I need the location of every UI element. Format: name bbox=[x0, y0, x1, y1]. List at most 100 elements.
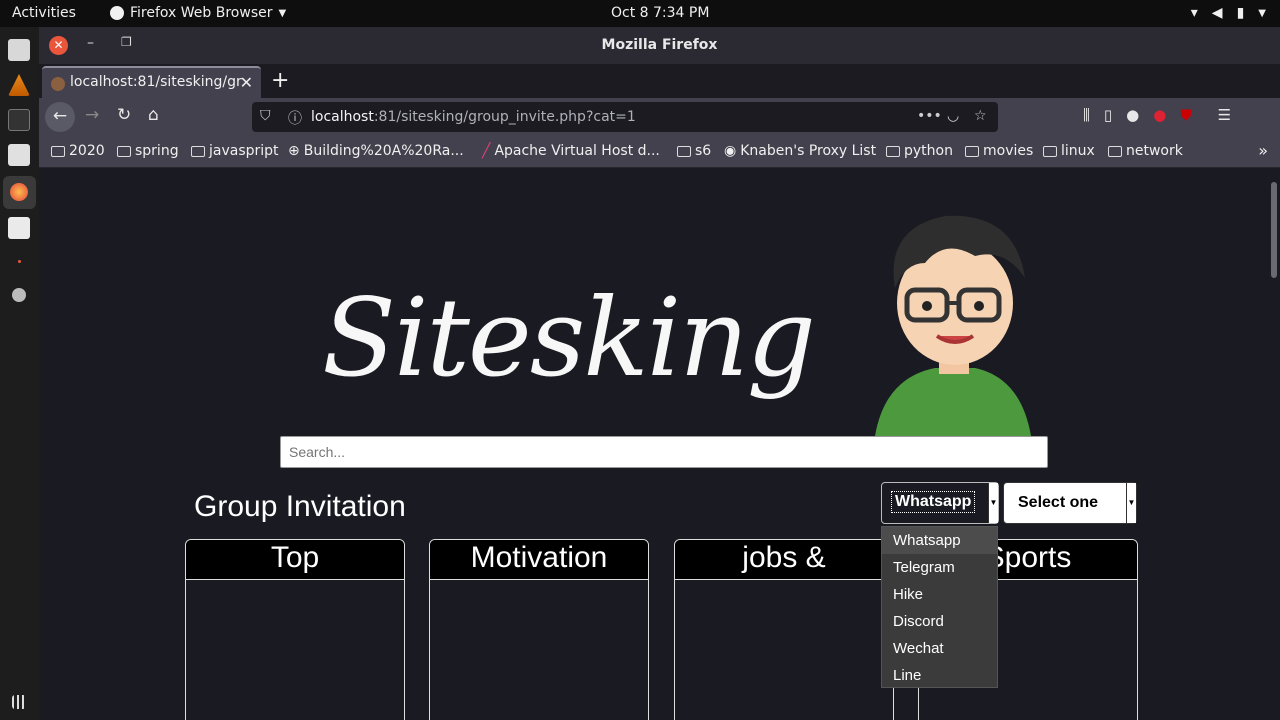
ublock-icon[interactable]: ⛊ bbox=[1180, 106, 1191, 124]
folder-icon bbox=[1108, 145, 1122, 157]
files-icon[interactable] bbox=[8, 39, 30, 61]
dropdown-option-wechat[interactable]: Wechat bbox=[882, 635, 997, 662]
shield-icon[interactable]: ⛉ bbox=[260, 108, 271, 124]
folder-icon bbox=[677, 145, 691, 157]
more-bookmarks-icon[interactable]: » bbox=[1258, 141, 1268, 160]
url-bar[interactable]: ⛉ ⓘ localhost:81/sitesking/group_invite.… bbox=[252, 102, 998, 132]
category-select[interactable]: Select one ▼ bbox=[1003, 482, 1137, 524]
page-title: Group Invitation bbox=[194, 490, 406, 523]
app-grid-icon[interactable] bbox=[12, 695, 26, 709]
bookmark-item[interactable]: movies bbox=[965, 143, 1033, 159]
app-menu[interactable]: Firefox Web Browser ▼ bbox=[110, 5, 286, 21]
close-tab-icon[interactable]: ✕ bbox=[240, 73, 253, 92]
dropdown-option-hike[interactable]: Hike bbox=[882, 581, 997, 608]
bookmark-label: Building%20A%20Ra... bbox=[303, 143, 464, 159]
bookmark-label: 2020 bbox=[69, 143, 105, 159]
bookmark-item[interactable]: network bbox=[1108, 143, 1183, 159]
chevron-down-icon: ▼ bbox=[278, 7, 287, 19]
bookmark-item[interactable]: ◉ Knaben's Proxy List bbox=[724, 143, 876, 159]
scrollbar-thumb[interactable] bbox=[1271, 182, 1277, 278]
app-menu-label: Firefox Web Browser bbox=[130, 5, 273, 21]
back-button[interactable]: ← bbox=[45, 102, 75, 132]
toolbar-right: ⫼ ▯ ● ● ⛊ ☰ bbox=[1083, 106, 1231, 124]
account-icon[interactable]: ● bbox=[1126, 106, 1139, 124]
app-type-select[interactable]: Whatsapp ▼ bbox=[881, 482, 999, 524]
bookmark-label: linux bbox=[1061, 143, 1095, 159]
page-scrollbar[interactable] bbox=[1268, 168, 1280, 720]
page-actions-icon[interactable]: ••• bbox=[917, 108, 942, 124]
menu-icon[interactable]: ☰ bbox=[1218, 106, 1231, 124]
app-type-dropdown-list[interactable]: Whatsapp Telegram Hike Discord Wechat Li… bbox=[881, 526, 998, 688]
mascot-image bbox=[875, 215, 1031, 436]
dropdown-option-discord[interactable]: Discord bbox=[882, 608, 997, 635]
bookmark-item[interactable]: s6 bbox=[677, 143, 711, 159]
new-tab-button[interactable]: + bbox=[271, 68, 289, 93]
home-button[interactable]: ⌂ bbox=[148, 105, 159, 125]
category-card[interactable]: Motivation bbox=[429, 539, 649, 720]
card-title: Motivation bbox=[430, 540, 648, 580]
category-select-value: Select one bbox=[1018, 494, 1099, 511]
navigation-toolbar: ← → ↻ ⌂ ⛉ ⓘ localhost:81/sitesking/group… bbox=[39, 98, 1280, 136]
tab-title: localhost:81/sitesking/gr bbox=[70, 74, 242, 90]
feather-icon: ╱ bbox=[482, 143, 491, 159]
extension-icon[interactable]: ● bbox=[1153, 106, 1166, 124]
bookmark-label: Knaben's Proxy List bbox=[740, 143, 877, 159]
bookmark-item[interactable]: javaspript bbox=[191, 143, 279, 159]
bookmark-item[interactable]: ⊕ Building%20A%20Ra... bbox=[288, 143, 464, 159]
wifi-icon: ▾ bbox=[1190, 5, 1198, 21]
search-input[interactable] bbox=[280, 436, 1048, 468]
card-title: Top bbox=[186, 540, 404, 580]
sidebar-icon[interactable]: ▯ bbox=[1104, 106, 1112, 124]
bookmark-label: movies bbox=[983, 143, 1034, 159]
category-card[interactable]: Top bbox=[185, 539, 405, 720]
bookmark-label: spring bbox=[135, 143, 179, 159]
document-viewer-icon[interactable] bbox=[8, 217, 30, 239]
bookmark-label: javaspript bbox=[209, 143, 279, 159]
battery-icon: ▮ bbox=[1236, 5, 1245, 21]
activities-button[interactable]: Activities bbox=[12, 5, 76, 21]
folder-icon bbox=[117, 145, 131, 157]
chevron-down-icon: ▼ bbox=[1258, 7, 1266, 19]
bookmark-item[interactable]: linux bbox=[1043, 143, 1095, 159]
firefox-dock-icon[interactable] bbox=[3, 176, 36, 209]
firefox-icon bbox=[110, 6, 124, 20]
clock[interactable]: Oct 8 7:34 PM bbox=[611, 5, 709, 21]
text-editor-icon[interactable] bbox=[8, 144, 30, 166]
folder-icon bbox=[51, 145, 65, 157]
bookmark-item[interactable]: 2020 bbox=[51, 143, 105, 159]
dropdown-option-line[interactable]: Line bbox=[882, 662, 997, 689]
folder-icon bbox=[191, 145, 205, 157]
tab-bar: localhost:81/sitesking/gr ✕ + bbox=[39, 64, 1280, 98]
pocket-icon[interactable]: ◡ bbox=[947, 108, 959, 124]
system-tray[interactable]: ▾ ◀ ▮ ▼ bbox=[1191, 5, 1266, 21]
favicon-icon bbox=[51, 77, 65, 91]
url-path: :81/sitesking/group_invite.php?cat=1 bbox=[373, 109, 636, 125]
dropdown-option-whatsapp[interactable]: Whatsapp bbox=[882, 527, 997, 554]
terminal-icon[interactable] bbox=[8, 109, 30, 131]
bookmark-label: network bbox=[1126, 143, 1183, 159]
firefox-icon bbox=[10, 183, 28, 201]
folder-icon bbox=[886, 145, 900, 157]
vlc-icon[interactable] bbox=[8, 74, 30, 96]
info-icon[interactable]: ⓘ bbox=[288, 108, 302, 128]
chevron-down-icon: ▼ bbox=[1126, 483, 1136, 523]
dropdown-option-telegram[interactable]: Telegram bbox=[882, 554, 997, 581]
url-host: localhost bbox=[311, 109, 374, 125]
tab-active[interactable]: localhost:81/sitesking/gr ✕ bbox=[42, 66, 261, 98]
bookmark-item[interactable]: spring bbox=[117, 143, 179, 159]
reload-button[interactable]: ↻ bbox=[117, 105, 131, 125]
library-icon[interactable]: ⫼ bbox=[1083, 106, 1090, 124]
disk-icon[interactable] bbox=[12, 288, 26, 302]
running-indicator bbox=[18, 260, 21, 263]
chevron-down-icon: ▼ bbox=[988, 483, 998, 523]
volume-icon: ◀ bbox=[1211, 5, 1223, 21]
site-icon: ◉ bbox=[724, 143, 737, 159]
folder-icon bbox=[965, 145, 979, 157]
forward-button[interactable]: → bbox=[85, 105, 99, 125]
category-card[interactable]: jobs & bbox=[674, 539, 894, 720]
bookmark-item[interactable]: ╱ Apache Virtual Host d... bbox=[482, 143, 660, 159]
bookmark-star-icon[interactable]: ☆ bbox=[974, 108, 987, 124]
card-title: jobs & bbox=[675, 540, 893, 580]
bookmark-label: Apache Virtual Host d... bbox=[494, 143, 660, 159]
bookmark-item[interactable]: python bbox=[886, 143, 953, 159]
